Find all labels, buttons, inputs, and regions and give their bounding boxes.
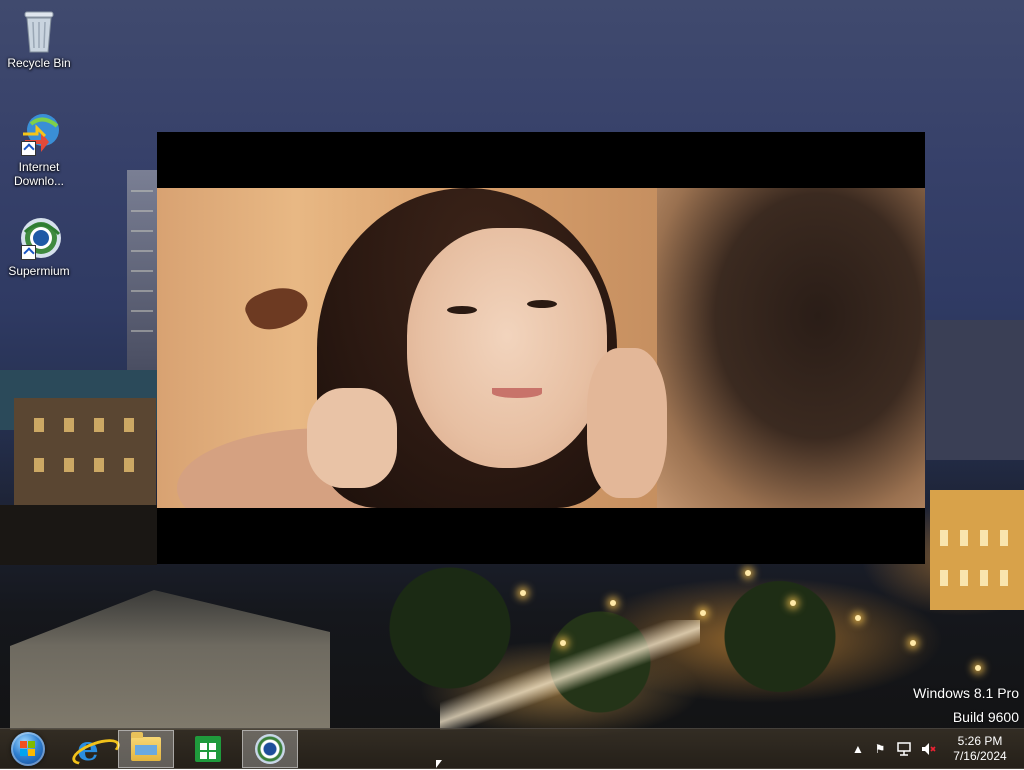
- flag-icon[interactable]: ⚑: [872, 741, 888, 757]
- desktop-icon-recycle-bin[interactable]: Recycle Bin: [4, 6, 74, 70]
- desktop-icon-label: Internet Downlo...: [13, 160, 65, 188]
- clock-date: 7/16/2024: [953, 749, 1007, 763]
- wallpaper-building: [930, 490, 1024, 610]
- network-icon[interactable]: [896, 741, 912, 757]
- video-scene-figure: [657, 188, 925, 508]
- shortcut-arrow-icon: [21, 141, 36, 156]
- desktop-icon-label: Supermium: [8, 264, 70, 278]
- video-scene-figure: [241, 277, 313, 339]
- video-frame[interactable]: [157, 188, 925, 508]
- internet-download-manager-icon: [15, 110, 63, 158]
- taskbar-internet-explorer-button[interactable]: e: [60, 730, 124, 770]
- taskbar-clock[interactable]: 5:26 PM 7/16/2024: [940, 734, 1020, 764]
- wallpaper-building: [0, 505, 157, 565]
- windows-version-watermark: Windows 8.1 Pro: [913, 685, 1019, 701]
- clock-time: 5:26 PM: [957, 734, 1003, 748]
- street-light: [790, 600, 796, 606]
- wallpaper-building: [14, 398, 156, 508]
- wallpaper-light-trail: [440, 620, 700, 730]
- street-light: [745, 570, 751, 576]
- shortcut-arrow-icon: [21, 245, 36, 260]
- street-light: [560, 640, 566, 646]
- chevron-up-icon[interactable]: ▲: [850, 741, 866, 757]
- video-scene-figure: [587, 348, 667, 498]
- taskbar-file-explorer-button[interactable]: [118, 730, 174, 768]
- mouse-cursor-icon: [436, 760, 442, 768]
- wallpaper-building: [926, 320, 1024, 460]
- windows-build-watermark: Build 9600: [952, 709, 1019, 725]
- desktop-icon-label: Recycle Bin: [7, 56, 71, 70]
- supermium-icon: [15, 214, 63, 262]
- store-icon: [195, 736, 221, 762]
- street-light: [520, 590, 526, 596]
- wallpaper-house: [10, 590, 330, 730]
- volume-muted-icon[interactable]: [920, 741, 936, 757]
- video-scene-figure: [407, 228, 607, 468]
- video-player-window[interactable]: [157, 132, 925, 564]
- recycle-bin-icon: [15, 6, 63, 54]
- desktop-icon-internet-download-manager[interactable]: Internet Downlo...: [4, 110, 74, 188]
- internet-explorer-icon: e: [69, 732, 124, 770]
- supermium-icon: [255, 734, 285, 764]
- folder-icon: [131, 732, 161, 761]
- system-tray: ▲ ⚑: [850, 729, 940, 769]
- video-scene-figure: [447, 306, 477, 314]
- desktop-icon-supermium[interactable]: Supermium: [4, 214, 74, 278]
- street-light: [610, 600, 616, 606]
- video-scene-figure: [527, 300, 557, 308]
- street-light: [910, 640, 916, 646]
- start-orb-icon: [11, 732, 45, 766]
- video-scene-figure: [492, 388, 542, 398]
- street-light: [855, 615, 861, 621]
- video-scene-figure: [307, 388, 397, 488]
- taskbar-store-button[interactable]: [180, 730, 236, 768]
- street-light: [700, 610, 706, 616]
- wallpaper-building: [127, 170, 157, 370]
- taskbar: e ▲ ⚑ 5:26 PM 7/16/2024: [0, 728, 1024, 770]
- street-light: [975, 665, 981, 671]
- taskbar-supermium-button[interactable]: [242, 730, 298, 768]
- start-button[interactable]: [0, 730, 56, 768]
